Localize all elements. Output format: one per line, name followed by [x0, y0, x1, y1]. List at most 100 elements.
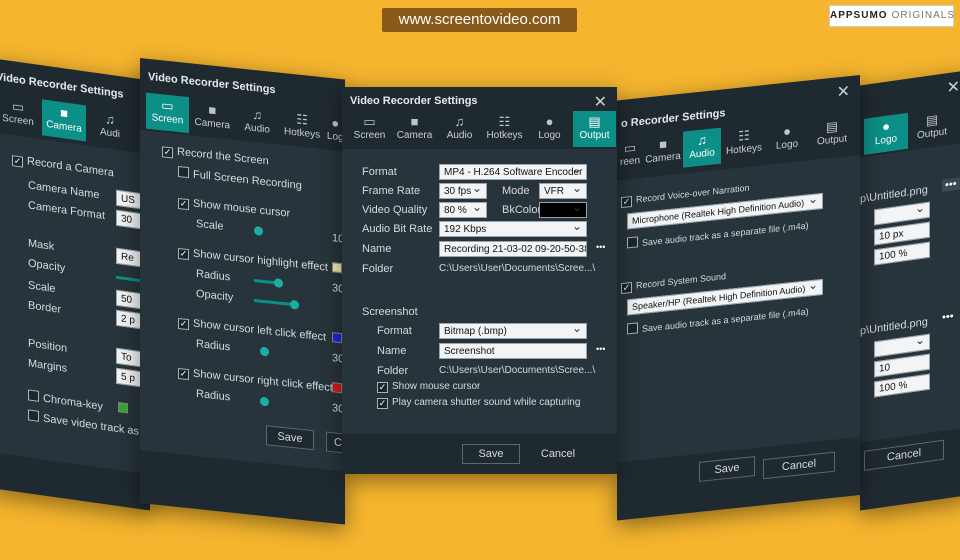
tab-label: Audi	[99, 126, 120, 141]
framerate-select[interactable]: 30 fps	[439, 183, 487, 199]
tab-screen[interactable]: ▭ Screen	[0, 93, 40, 135]
tab-screen[interactable]: ▭ reen	[617, 136, 643, 175]
tab-camera[interactable]: ■ Camera	[191, 97, 234, 138]
settings-window-audio: o Recorder Settings ✕ ▭ reen ■ Camera ♫ Aud…	[617, 75, 860, 521]
name-input[interactable]: Recording 21-03-02 09-20-50-386	[439, 241, 587, 257]
brand-bold: APPSUMO	[830, 10, 888, 21]
logo-opacity-input[interactable]: 100 %	[874, 241, 930, 266]
tab-hotkeys[interactable]: ☷ Hotkeys	[483, 111, 526, 147]
checkbox-checked[interactable]: ✓	[621, 195, 632, 209]
tab-output[interactable]: ▤ Output	[573, 111, 616, 147]
checkbox-checked[interactable]: ✓	[178, 317, 189, 331]
window-title: o Recorder Settings	[621, 107, 726, 131]
full-screen-checkbox[interactable]: Full Screen Recording	[178, 165, 302, 193]
tab-output[interactable]: ▤ Output	[809, 114, 855, 155]
save-button[interactable]: Save	[699, 456, 755, 482]
chroma-key-checkbox[interactable]: Chroma-key	[28, 389, 103, 413]
checkbox-checked[interactable]: ✓	[178, 367, 189, 381]
cancel-button[interactable]: Cancel	[864, 439, 944, 471]
close-icon[interactable]: ✕	[837, 81, 850, 102]
record-screen-checkbox[interactable]: ✓ Record the Screen	[162, 144, 269, 168]
checkbox-checked[interactable]: ✓	[621, 281, 632, 295]
record-camera-checkbox[interactable]: ✓ Record a Camera	[12, 153, 114, 180]
opacity-slider-knob[interactable]	[290, 299, 299, 310]
radius-label: Radius	[196, 267, 231, 284]
browse-button-2[interactable]: •••	[942, 310, 954, 324]
tab-label: Hotkeys	[486, 130, 523, 141]
close-icon[interactable]: ✕	[594, 92, 607, 112]
tab-label: Audio	[244, 121, 270, 136]
name-more-button[interactable]: •••	[596, 242, 605, 252]
save-video-track-checkbox[interactable]: Save video track as a	[28, 409, 148, 439]
checkbox-checked[interactable]: ✓	[162, 146, 173, 159]
tab-audio[interactable]: ♫ Audio	[438, 111, 481, 147]
drop-icon: ●	[545, 114, 554, 129]
left-click-radius-knob[interactable]	[260, 346, 269, 357]
ss-format-select[interactable]: Bitmap (.bmp)	[439, 323, 587, 339]
checkbox-unchecked[interactable]	[28, 409, 39, 422]
ss-folder-path[interactable]: C:\Users\User\Documents\Scree...\	[439, 365, 595, 376]
mode-select[interactable]: VFR	[539, 183, 587, 199]
tab-audio[interactable]: ♫ Audi	[88, 106, 132, 148]
checkbox-label: Full Screen Recording	[193, 168, 302, 193]
framerate-label: Frame Rate	[362, 185, 421, 197]
laptop-icon: ▭	[363, 114, 376, 129]
checkbox-unchecked[interactable]	[178, 165, 189, 179]
tab-audio[interactable]: ♫ Audio	[236, 102, 279, 143]
checkbox-checked[interactable]: ✓	[12, 155, 23, 168]
tab-camera[interactable]: ■ Camera	[393, 111, 436, 147]
tab-label: Audio	[689, 147, 715, 161]
checkbox-checked[interactable]: ✓	[377, 398, 388, 409]
close-icon[interactable]: ✕	[947, 76, 960, 98]
ss-name-more-button[interactable]: •••	[596, 344, 605, 354]
tab-audio[interactable]: ♫ Audio	[683, 127, 721, 168]
folder-path[interactable]: C:\Users\User\Documents\Scree...\	[439, 263, 595, 274]
tab-camera[interactable]: ■ Camera	[645, 132, 681, 172]
quality-select[interactable]: 80 %	[439, 202, 487, 218]
settings-window-output: Video Recorder Settings ✕ ▭ Screen ■ Camer…	[342, 87, 617, 474]
brand-light: ORIGINALS	[891, 10, 956, 21]
bitrate-select[interactable]: 192 Kbps	[439, 221, 587, 237]
checkbox-checked[interactable]: ✓	[178, 197, 189, 211]
save-button[interactable]: Save	[462, 444, 520, 464]
right-click-color-swatch[interactable]	[332, 382, 342, 394]
shutter-sound-checkbox[interactable]: ✓ Play camera shutter sound while capturi…	[377, 397, 580, 409]
browse-button[interactable]: •••	[942, 177, 960, 192]
border-label: Border	[28, 299, 62, 316]
tab-screen[interactable]: ▭ Screen	[146, 92, 189, 134]
ss-format-label: Format	[377, 325, 412, 337]
radius-slider-knob[interactable]	[274, 278, 283, 289]
opacity-slider[interactable]	[254, 298, 294, 307]
tab-logo[interactable]: ● Logo	[767, 119, 807, 159]
tab-hotkeys[interactable]: ☷ Hotkeys	[723, 123, 765, 163]
scale-slider-knob[interactable]	[254, 225, 263, 236]
logo-opacity-input-2[interactable]: 100 %	[874, 373, 930, 398]
checkbox-unchecked[interactable]	[627, 322, 638, 335]
chroma-color-swatch[interactable]	[118, 401, 128, 414]
output-pane: Format MP4 - H.264 Software Encoder Fram…	[342, 149, 617, 434]
ss-name-input[interactable]: Screenshot	[439, 343, 587, 359]
folder-label: Folder	[362, 263, 394, 275]
tab-screen[interactable]: ▭ Screen	[348, 111, 391, 147]
checkbox-unchecked[interactable]	[627, 236, 638, 249]
show-cursor-checkbox[interactable]: ✓ Show mouse cursor	[178, 196, 290, 221]
cancel-button[interactable]: Cancel	[528, 444, 588, 464]
highlight-color-swatch[interactable]	[332, 262, 342, 274]
checkbox-checked[interactable]: ✓	[377, 382, 388, 393]
cancel-button[interactable]: Cancel	[763, 451, 835, 480]
music-note-icon: ♫	[454, 114, 465, 129]
ss-show-cursor-checkbox[interactable]: ✓ Show mouse cursor	[377, 381, 480, 393]
tab-camera[interactable]: ■ Camera	[42, 99, 86, 142]
checkbox-label: Show mouse cursor	[392, 381, 481, 392]
format-select[interactable]: MP4 - H.264 Software Encoder	[439, 164, 587, 180]
right-click-radius-knob[interactable]	[260, 396, 269, 407]
tab-logo[interactable]: ● Logo	[528, 111, 571, 147]
tab-output[interactable]: ▤ Output	[910, 106, 954, 148]
checkbox-checked[interactable]: ✓	[178, 247, 189, 261]
left-click-color-swatch[interactable]	[332, 332, 342, 344]
logo-pane: p\Untitled.png ••• 10 px 100 % p\Untitle…	[860, 142, 960, 443]
tab-hotkeys[interactable]: ☷ Hotkeys	[281, 107, 324, 148]
bkcolor-select[interactable]	[539, 202, 587, 218]
tab-logo[interactable]: ● Logo	[864, 112, 908, 155]
checkbox-unchecked[interactable]	[28, 389, 39, 402]
